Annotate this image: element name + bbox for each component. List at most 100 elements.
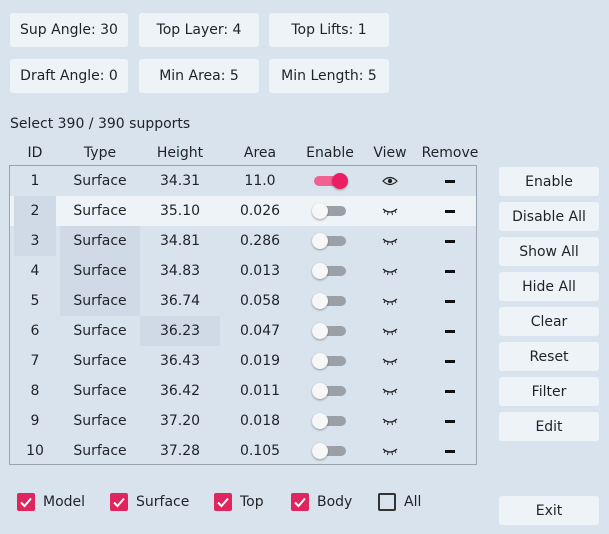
- filter-surface-checkbox[interactable]: Surface: [110, 492, 189, 512]
- enable-button[interactable]: Enable: [499, 167, 599, 196]
- table-row[interactable]: 5 Surface 36.74 0.058: [10, 286, 476, 316]
- table-row[interactable]: 6 Surface 36.23 0.047: [10, 316, 476, 346]
- header-height: Height: [156, 145, 204, 161]
- show-all-button[interactable]: Show All: [499, 237, 599, 266]
- cell-height: 36.42: [159, 383, 201, 399]
- filter-button[interactable]: Filter: [499, 377, 599, 406]
- enable-toggle[interactable]: [312, 203, 346, 219]
- cell-area: 0.013: [239, 263, 281, 279]
- cell-id: 2: [14, 196, 56, 226]
- filter-top-checkbox[interactable]: Top: [214, 492, 264, 512]
- remove-icon[interactable]: [445, 270, 455, 273]
- eye-closed-icon[interactable]: [382, 295, 398, 307]
- enable-toggle[interactable]: [312, 233, 346, 249]
- remove-icon[interactable]: [445, 210, 455, 213]
- cell-type: Surface: [73, 353, 127, 369]
- cell-height: 37.28: [159, 443, 201, 459]
- cell-type: Surface: [73, 173, 127, 189]
- cell-id: 1: [30, 173, 40, 189]
- cell-id: 4: [30, 263, 40, 279]
- filter-model-checkbox[interactable]: Model: [17, 492, 85, 512]
- remove-icon[interactable]: [445, 330, 455, 333]
- enable-toggle[interactable]: [312, 443, 346, 459]
- cell-height: 35.10: [159, 203, 201, 219]
- header-remove: Remove: [421, 145, 479, 161]
- remove-icon[interactable]: [445, 300, 455, 303]
- table-row[interactable]: 7 Surface 36.43 0.019: [10, 346, 476, 376]
- cell-type: Surface: [73, 323, 127, 339]
- eye-closed-icon[interactable]: [382, 265, 398, 277]
- eye-closed-icon[interactable]: [382, 415, 398, 427]
- enable-toggle[interactable]: [314, 173, 348, 189]
- enable-toggle[interactable]: [312, 413, 346, 429]
- enable-toggle[interactable]: [312, 323, 346, 339]
- checkmark-icon: [214, 493, 232, 511]
- header-area: Area: [243, 145, 277, 161]
- param-min-area[interactable]: Min Area: 5: [139, 59, 259, 93]
- checkmark-icon: [17, 493, 35, 511]
- table-row[interactable]: 9 Surface 37.20 0.018: [10, 406, 476, 436]
- param-top-lifts[interactable]: Top Lifts: 1: [269, 13, 389, 47]
- remove-icon[interactable]: [445, 240, 455, 243]
- header-enable: Enable: [306, 145, 354, 161]
- enable-toggle[interactable]: [312, 293, 346, 309]
- header-view: View: [373, 145, 407, 161]
- table-row[interactable]: 1 Surface 34.31 11.0: [10, 166, 476, 196]
- filter-label: Body: [317, 494, 353, 510]
- eye-closed-icon[interactable]: [382, 325, 398, 337]
- cell-height: 34.81: [159, 233, 201, 249]
- disable-all-button[interactable]: Disable All: [499, 202, 599, 231]
- cell-height: 37.20: [159, 413, 201, 429]
- eye-closed-icon[interactable]: [382, 235, 398, 247]
- clear-button[interactable]: Clear: [499, 307, 599, 336]
- filter-label: Model: [43, 494, 86, 510]
- cell-type: Surface: [73, 203, 127, 219]
- param-top-layer[interactable]: Top Layer: 4: [139, 13, 259, 47]
- cell-type: Surface: [73, 383, 127, 399]
- cell-area: 0.058: [239, 293, 281, 309]
- edit-button[interactable]: Edit: [499, 412, 599, 441]
- cell-height: 36.23: [140, 316, 220, 346]
- filter-body-checkbox[interactable]: Body: [291, 492, 352, 512]
- eye-open-icon[interactable]: [382, 175, 398, 187]
- enable-toggle[interactable]: [312, 263, 346, 279]
- checkmark-icon: [110, 493, 128, 511]
- remove-icon[interactable]: [445, 360, 455, 363]
- remove-icon[interactable]: [445, 180, 455, 183]
- cell-height: 34.83: [159, 263, 201, 279]
- eye-closed-icon[interactable]: [382, 385, 398, 397]
- table-row[interactable]: 10 Surface 37.28 0.105: [10, 436, 476, 466]
- filter-all-checkbox[interactable]: All: [378, 492, 421, 512]
- cell-id: 8: [30, 383, 40, 399]
- supports-table[interactable]: 1 Surface 34.31 11.0 2 Surface 35.10 0.026 3 Surf…: [9, 165, 477, 465]
- enable-toggle[interactable]: [312, 353, 346, 369]
- eye-closed-icon[interactable]: [382, 445, 398, 457]
- filter-label: Top: [240, 494, 264, 510]
- reset-button[interactable]: Reset: [499, 342, 599, 371]
- empty-checkbox-icon: [378, 493, 396, 511]
- cell-type: Surface: [73, 443, 127, 459]
- cell-id: 7: [30, 353, 40, 369]
- remove-icon[interactable]: [445, 450, 455, 453]
- cell-id: 9: [30, 413, 40, 429]
- param-sup-angle[interactable]: Sup Angle: 30: [10, 13, 128, 47]
- cell-id: 5: [30, 293, 40, 309]
- enable-toggle[interactable]: [312, 383, 346, 399]
- cell-area: 0.026: [239, 203, 281, 219]
- cell-height: 36.43: [159, 353, 201, 369]
- cell-area: 0.105: [239, 443, 281, 459]
- remove-icon[interactable]: [445, 420, 455, 423]
- table-row[interactable]: 3 Surface 34.81 0.286: [10, 226, 476, 256]
- table-row[interactable]: 4 Surface 34.83 0.013: [10, 256, 476, 286]
- param-min-length[interactable]: Min Length: 5: [269, 59, 389, 93]
- table-row[interactable]: 8 Surface 36.42 0.011: [10, 376, 476, 406]
- table-row[interactable]: 2 Surface 35.10 0.026: [10, 196, 476, 226]
- exit-button[interactable]: Exit: [499, 496, 599, 525]
- filter-label: Surface: [136, 494, 190, 510]
- cell-area: 11.0: [244, 173, 276, 189]
- param-draft-angle[interactable]: Draft Angle: 0: [10, 59, 128, 93]
- eye-closed-icon[interactable]: [382, 205, 398, 217]
- remove-icon[interactable]: [445, 390, 455, 393]
- eye-closed-icon[interactable]: [382, 355, 398, 367]
- hide-all-button[interactable]: Hide All: [499, 272, 599, 301]
